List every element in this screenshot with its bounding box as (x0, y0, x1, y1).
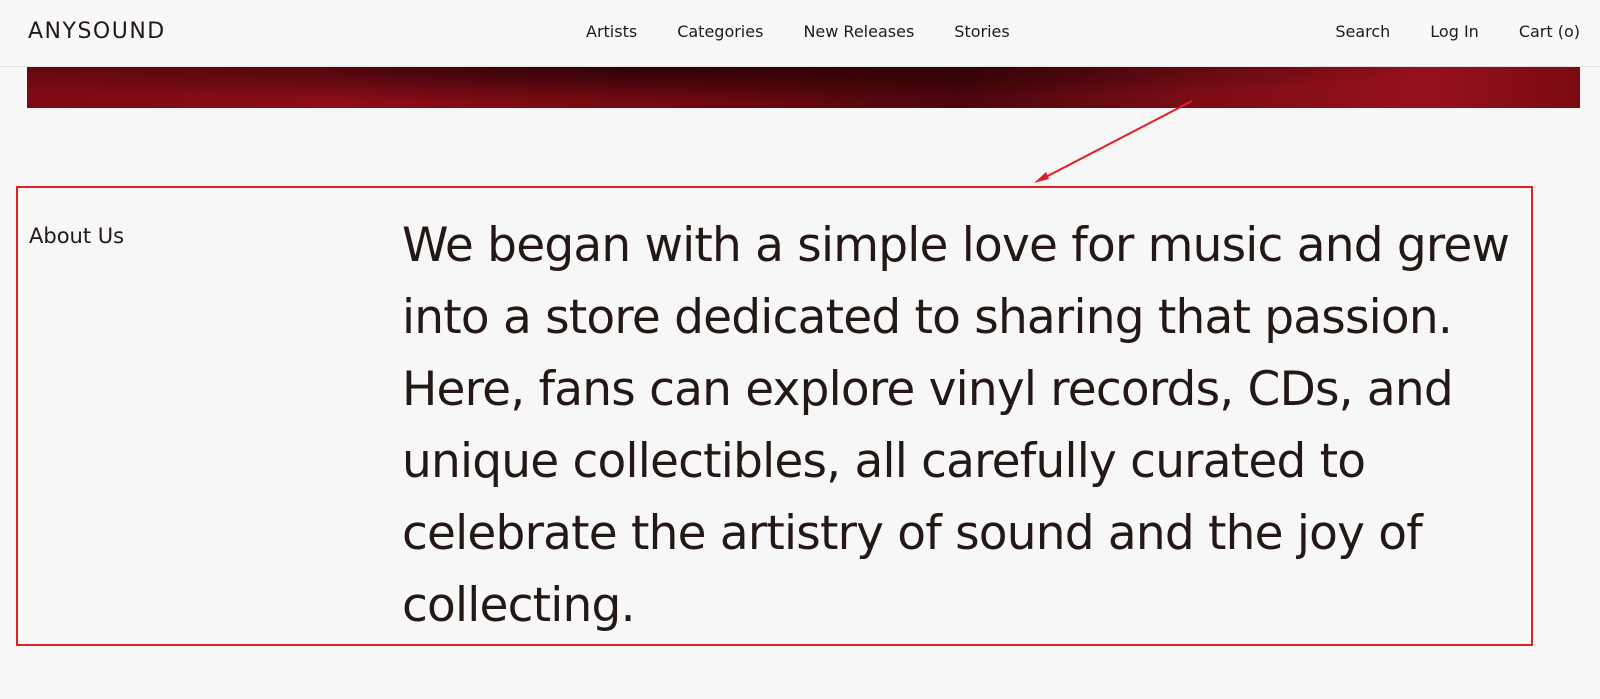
nav-new-releases[interactable]: New Releases (803, 20, 914, 44)
utility-nav: Search Log In Cart (o) (1335, 20, 1580, 44)
about-heading: About Us (29, 224, 125, 248)
search-link[interactable]: Search (1335, 20, 1390, 44)
site-header: ANYSOUND Artists Categories New Releases… (0, 0, 1600, 67)
hero-image (27, 67, 1580, 108)
about-description: We began with a simple love for music an… (402, 218, 1510, 633)
login-link[interactable]: Log In (1430, 20, 1479, 44)
nav-artists[interactable]: Artists (586, 20, 637, 44)
logo[interactable]: ANYSOUND (28, 18, 166, 46)
nav-stories[interactable]: Stories (954, 20, 1009, 44)
nav-categories[interactable]: Categories (677, 20, 763, 44)
main-nav: Artists Categories New Releases Stories (586, 20, 1010, 44)
cart-link[interactable]: Cart (o) (1519, 20, 1580, 44)
